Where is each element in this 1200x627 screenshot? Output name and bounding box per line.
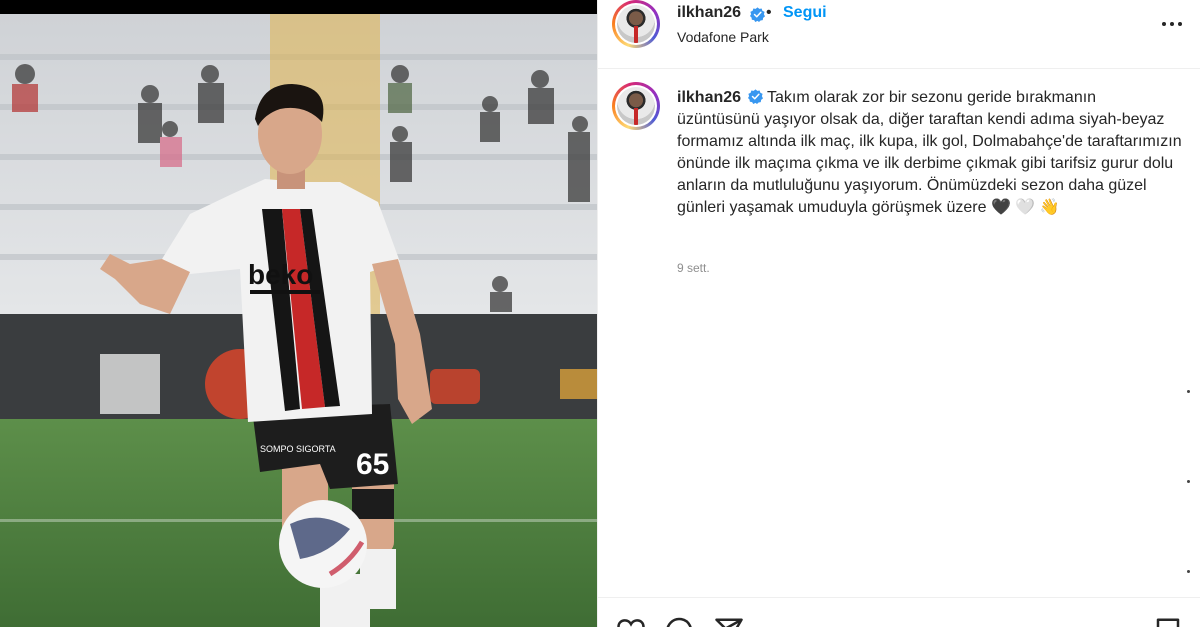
caption-username[interactable]: ilkhan26 bbox=[677, 89, 741, 106]
black-heart-emoji: 🖤 bbox=[990, 199, 1011, 216]
scroll-marker bbox=[1187, 570, 1190, 573]
post-caption: ilkhan26 Takım olarak zor bir sezonu ger… bbox=[677, 87, 1182, 219]
post-actions-bar bbox=[598, 597, 1200, 627]
waving-hand-emoji: 👋 bbox=[1039, 199, 1060, 216]
more-options-icon[interactable] bbox=[1160, 12, 1184, 36]
jersey-brand-text: beko bbox=[248, 259, 313, 290]
scroll-marker bbox=[1187, 390, 1190, 393]
like-icon[interactable] bbox=[616, 616, 646, 627]
football-player-photo: beko 65 SOMPO SIGORTA bbox=[0, 14, 597, 627]
save-icon[interactable] bbox=[1153, 616, 1183, 627]
post-side-panel: ilkhan26 • Segui Vodafone Park ilkhan26 … bbox=[597, 0, 1200, 627]
scroll-marker bbox=[1187, 480, 1190, 483]
verified-icon bbox=[748, 89, 764, 104]
white-heart-emoji: 🤍 bbox=[1015, 199, 1036, 216]
shorts-number-text: 65 bbox=[356, 448, 389, 481]
post-photo[interactable]: beko 65 SOMPO SIGORTA bbox=[0, 0, 597, 627]
post-location[interactable]: Vodafone Park bbox=[677, 29, 769, 45]
share-icon[interactable] bbox=[714, 616, 744, 627]
photo-top-bar bbox=[0, 0, 597, 14]
follow-button[interactable]: Segui bbox=[783, 4, 827, 22]
verified-icon bbox=[750, 7, 765, 22]
header-avatar[interactable] bbox=[612, 0, 660, 48]
instagram-post-viewer: beko 65 SOMPO SIGORTA ilkhan26 • Segui V… bbox=[0, 0, 1200, 627]
header-separator: • bbox=[766, 4, 772, 21]
caption-text: Takım olarak zor bir sezonu geride bırak… bbox=[677, 89, 1182, 216]
caption-avatar[interactable] bbox=[612, 82, 660, 130]
comment-icon[interactable] bbox=[664, 616, 694, 627]
shorts-sponsor-text: SOMPO SIGORTA bbox=[260, 444, 336, 454]
post-header: ilkhan26 • Segui Vodafone Park bbox=[598, 0, 1200, 69]
header-username[interactable]: ilkhan26 bbox=[677, 4, 741, 22]
post-date[interactable]: 9 sett. bbox=[677, 261, 710, 275]
